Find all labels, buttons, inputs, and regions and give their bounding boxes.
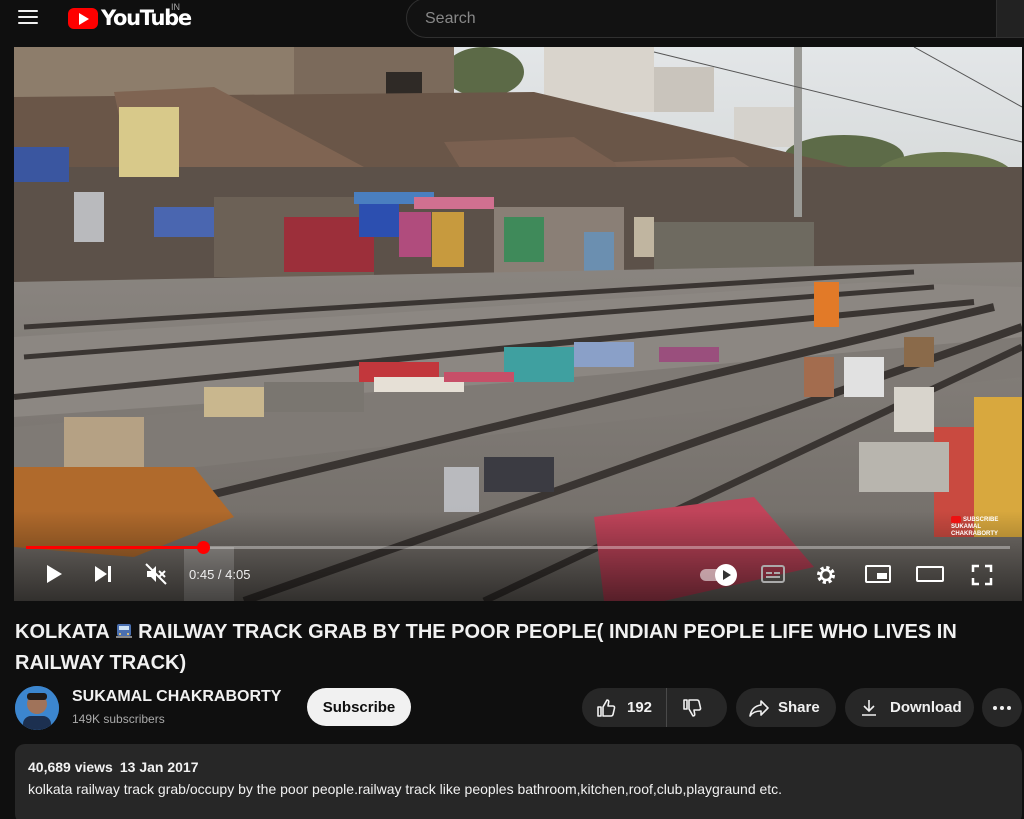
search-input[interactable] [425,8,965,30]
progress-bar[interactable] [26,541,1010,554]
video-title-rest: RAILWAY TRACK GRAB BY THE POOR PEOPLE( I… [15,621,957,674]
thumbs-down-icon [683,698,702,717]
autoplay-toggle[interactable] [698,563,740,587]
search-box [406,0,998,38]
share-arrow-icon [749,699,769,717]
subscribe-button[interactable]: Subscribe [307,688,411,726]
region-code: IN [171,2,180,12]
current-time: 0:45 [189,567,215,582]
more-icon [993,705,1011,710]
controls-gradient [14,511,1022,601]
miniplayer-icon[interactable] [864,563,892,585]
video-player[interactable]: SUBSCRIBE SUKAMAL CHAKRABORTY 0:45 / 4:0… [14,47,1022,601]
search-button[interactable] [996,0,1024,38]
theater-mode-icon[interactable] [915,564,945,584]
video-title: KOLKATA RAILWAY TRACK GRAB BY THE POOR P… [15,617,1005,679]
download-icon [862,699,876,716]
menu-icon[interactable] [18,7,40,27]
like-dislike-group: 192 [582,688,727,727]
subscribe-watermark[interactable]: SUBSCRIBE SUKAMAL CHAKRABORTY [951,516,1011,538]
subtitles-icon[interactable] [760,563,786,585]
top-bar: YouTube IN [0,0,1024,40]
progress-played [26,546,204,549]
description-box[interactable]: 40,689 views 13 Jan 2017 kolkata railway … [15,744,1022,819]
play-badge-icon [951,516,961,523]
share-label: Share [778,699,820,716]
download-label: Download [890,699,962,716]
watermark-subscribe: SUBSCRIBE [963,517,999,524]
next-icon[interactable] [92,563,114,585]
share-button[interactable]: Share [736,688,836,727]
video-title-start: KOLKATA [15,621,115,643]
like-button[interactable]: 192 [582,688,668,727]
duration: 4:05 [225,567,251,582]
mute-icon[interactable] [144,562,168,586]
like-count: 192 [627,699,653,716]
fullscreen-icon[interactable] [970,563,994,587]
play-icon[interactable] [42,562,66,586]
time-display: 0:45 / 4:05 [189,567,251,582]
train-emoji-icon [115,624,132,638]
thumbs-up-icon [597,698,616,717]
youtube-play-logo-icon [68,7,98,29]
subscriber-count: 149K subscribers [72,712,165,726]
watermark-channel: SUKAMAL CHAKRABORTY [951,524,998,538]
dislike-button[interactable] [667,688,703,727]
description-text: kolkata railway track grab/occupy by the… [28,781,783,797]
download-button[interactable]: Download [845,688,974,727]
view-count: 40,689 views [28,759,113,775]
description-meta: 40,689 views 13 Jan 2017 [28,759,198,775]
more-actions-button[interactable] [982,688,1022,727]
upload-date: 13 Jan 2017 [119,759,199,775]
channel-avatar[interactable] [15,686,59,730]
settings-gear-icon[interactable] [814,563,838,587]
avatar-image [15,686,59,730]
channel-name[interactable]: SUKAMAL CHAKRABORTY [72,688,281,706]
